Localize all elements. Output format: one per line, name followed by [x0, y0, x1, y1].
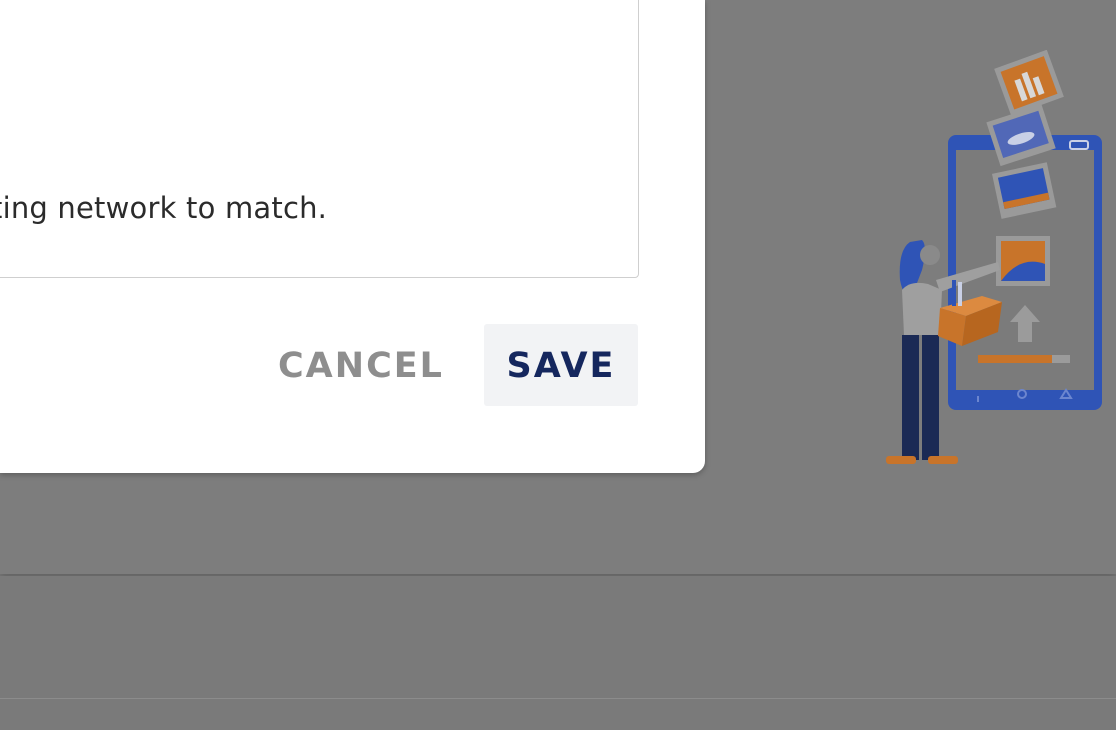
upload-illustration	[886, 50, 1102, 464]
photo-icon	[996, 236, 1050, 286]
photo-card-icon	[994, 50, 1064, 116]
save-button[interactable]: SAVE	[484, 324, 638, 406]
cancel-button[interactable]: CANCEL	[272, 326, 442, 404]
dialog: ting network to match. CANCEL SAVE	[0, 0, 705, 473]
background-lower-panel	[0, 576, 1116, 730]
dialog-description: ting network to match.	[0, 191, 328, 225]
dialog-text-area: ting network to match.	[0, 0, 639, 278]
background-divider	[0, 698, 1116, 699]
